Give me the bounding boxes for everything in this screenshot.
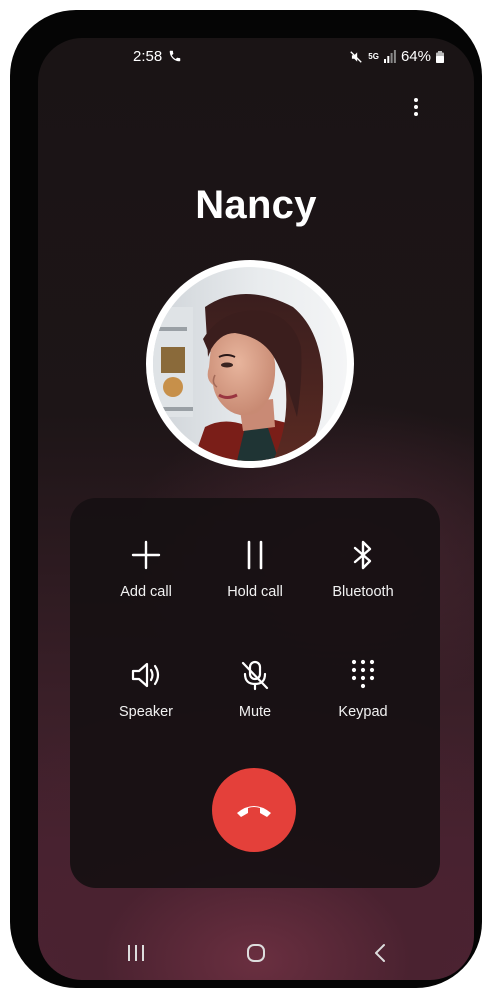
contact-avatar [146, 260, 354, 468]
phone-icon [169, 50, 181, 62]
navigation-bar [38, 933, 474, 973]
pause-icon [238, 538, 272, 572]
battery-percent: 64% [400, 48, 431, 65]
speaker-icon [129, 658, 163, 692]
status-time: 2:58 [133, 48, 163, 65]
more-dot [414, 105, 418, 109]
status-icons: 5G 64% [349, 48, 444, 65]
battery-icon [436, 50, 444, 63]
home-button[interactable] [236, 933, 276, 973]
mic-off-icon [238, 658, 272, 692]
mute-label: Mute [238, 704, 272, 720]
mute-icon [350, 50, 363, 63]
recent-apps-button[interactable] [116, 933, 156, 973]
more-dot [414, 112, 418, 116]
contact-name: Nancy [195, 183, 317, 227]
add-call-button[interactable]: Add call [91, 538, 201, 628]
more-dot [414, 98, 418, 102]
signal-icon [383, 50, 396, 63]
end-call-button[interactable] [212, 768, 296, 852]
speaker-button[interactable]: Speaker [91, 658, 201, 748]
bluetooth-button[interactable]: Bluetooth [308, 538, 418, 628]
hold-call-button[interactable]: Hold call [200, 538, 310, 628]
bluetooth-label: Bluetooth [332, 584, 394, 600]
keypad-label: Keypad [338, 704, 388, 720]
end-call-icon [237, 806, 271, 817]
home-icon [247, 944, 265, 962]
speaker-label: Speaker [118, 704, 173, 720]
dialpad-icon [346, 658, 380, 692]
back-button[interactable] [360, 933, 400, 973]
add-call-label: Add call [120, 584, 172, 600]
back-icon [375, 944, 385, 962]
hold-call-label: Hold call [227, 584, 283, 600]
bluetooth-icon [346, 538, 380, 572]
call-screen: 2:58 5G 64% Nancy Add call Hold call Blu… [38, 38, 474, 980]
contact-photo [153, 267, 347, 461]
mute-button[interactable]: Mute [200, 658, 310, 748]
network-label: 5G [368, 51, 379, 61]
recent-apps-icon [128, 945, 144, 961]
more-options-button[interactable] [406, 94, 426, 120]
plus-icon [129, 538, 163, 572]
keypad-button[interactable]: Keypad [308, 658, 418, 748]
phone-frame: 2:58 5G 64% Nancy Add call Hold call Blu… [10, 10, 482, 988]
